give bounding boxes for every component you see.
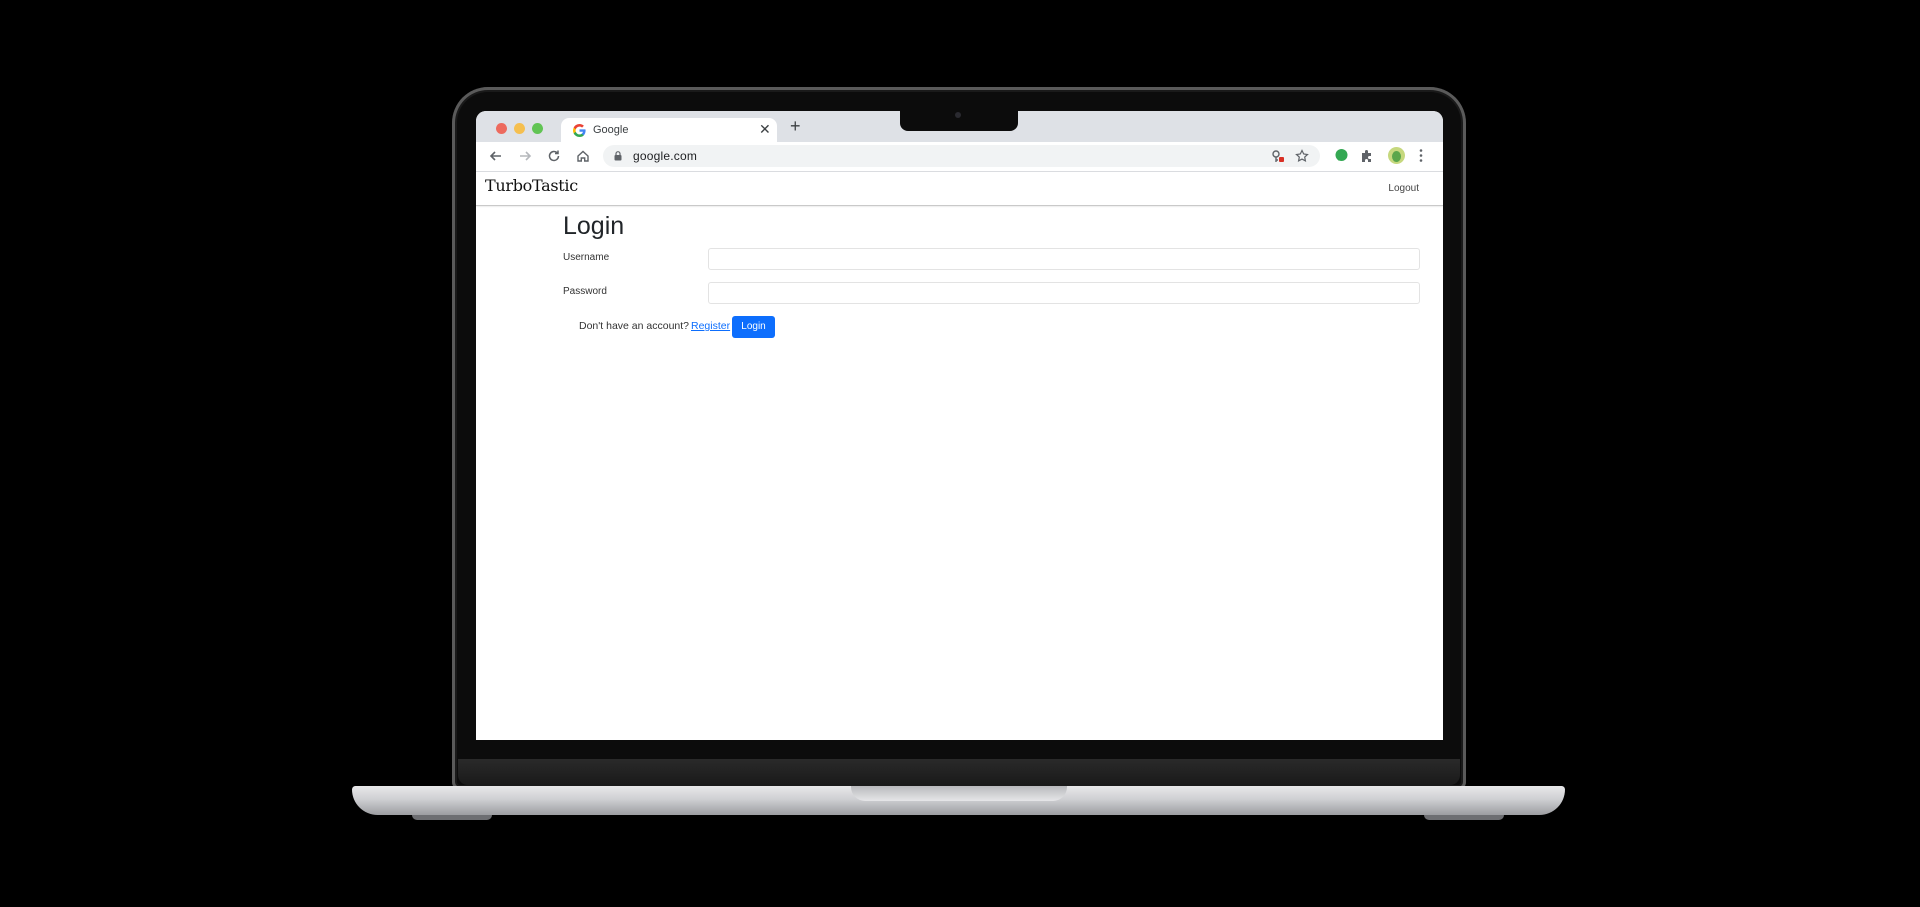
maximize-window-button[interactable] [532, 123, 543, 134]
web-page: TurboTastic Logout Login Username Passwo… [476, 172, 1443, 740]
page-title: Login [563, 212, 625, 240]
address-bar[interactable]: google.com [603, 145, 1320, 167]
browser-toolbar: google.com [476, 142, 1443, 172]
profile-avatar[interactable] [1388, 147, 1405, 164]
laptop-chin [458, 759, 1460, 785]
minimize-window-button[interactable] [514, 123, 525, 134]
tab-close-icon[interactable]: ✕ [759, 121, 771, 138]
login-button[interactable]: Login [732, 316, 775, 338]
browser-tab[interactable]: Google ✕ [561, 118, 777, 143]
register-link[interactable]: Register [691, 320, 730, 332]
site-brand[interactable]: TurboTastic [485, 176, 578, 195]
logout-link[interactable]: Logout [1388, 183, 1419, 194]
puzzle-icon[interactable] [1360, 148, 1375, 163]
tab-title: Google [593, 124, 629, 136]
reload-icon[interactable] [545, 147, 563, 165]
username-label: Username [563, 252, 610, 263]
menu-icon[interactable] [1418, 148, 1424, 163]
site-navbar: TurboTastic Logout [476, 172, 1443, 206]
laptop-base-notch [851, 786, 1067, 801]
camera-notch [900, 111, 1018, 131]
new-tab-button[interactable]: + [790, 117, 801, 135]
lock-icon [614, 151, 622, 161]
extension-icon[interactable] [1334, 148, 1349, 163]
url-text: google.com [633, 149, 698, 163]
no-account-text: Don't have an account? [579, 320, 689, 332]
close-window-button[interactable] [496, 123, 507, 134]
google-icon [573, 124, 586, 137]
password-input[interactable] [708, 282, 1420, 304]
forward-icon[interactable] [516, 147, 534, 165]
username-input[interactable] [708, 248, 1420, 270]
star-icon[interactable] [1295, 149, 1309, 163]
key-icon[interactable] [1271, 149, 1285, 163]
screen: Google ✕ + google.com TurboTastic Logout… [476, 111, 1443, 740]
laptop-foot-right [1424, 815, 1504, 820]
home-icon[interactable] [574, 147, 592, 165]
laptop-foot-left [412, 815, 492, 820]
camera-icon [955, 112, 961, 118]
back-icon[interactable] [487, 147, 505, 165]
password-label: Password [563, 286, 607, 297]
